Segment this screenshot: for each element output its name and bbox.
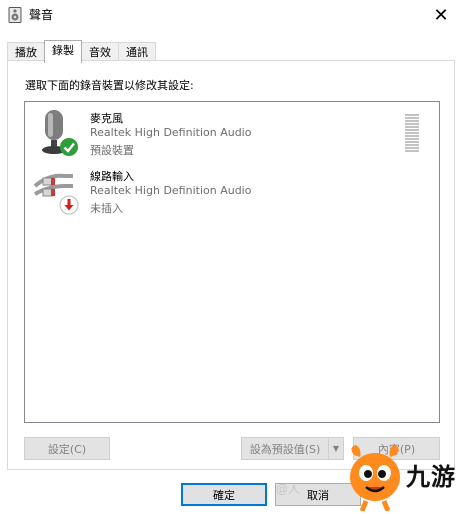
device-name: 麥克風	[90, 112, 123, 125]
tab-sounds[interactable]: 音效	[81, 42, 119, 62]
set-default-dropdown-button[interactable]: ▼	[328, 437, 344, 460]
configure-button[interactable]: 設定(C)	[24, 437, 110, 460]
title-bar: 聲音 ✕	[0, 0, 464, 30]
ok-button[interactable]: 確定	[181, 483, 267, 506]
device-driver: Realtek High Definition Audio	[90, 184, 252, 197]
device-list: 麥克風 Realtek High Definition Audio 預設裝置 線…	[24, 101, 440, 423]
microphone-icon	[42, 110, 78, 156]
device-status: 未插入	[90, 202, 123, 215]
unplugged-badge-icon	[59, 195, 79, 215]
close-icon: ✕	[433, 4, 449, 26]
tab-recording[interactable]: 錄製	[44, 40, 82, 63]
speaker-icon	[8, 7, 22, 23]
set-default-button[interactable]: 設為預設值(S)	[241, 437, 329, 460]
list-item-microphone[interactable]: 麥克風 Realtek High Definition Audio 預設裝置	[29, 106, 429, 162]
check-badge-icon	[60, 138, 78, 156]
watermark-logo: 九游	[346, 443, 464, 514]
watermark-ghost-text: @人	[276, 482, 301, 496]
volume-level-meter	[405, 114, 419, 154]
line-in-cable-icon	[33, 173, 79, 215]
tab-communications[interactable]: 通訊	[118, 42, 156, 62]
device-name: 線路輸入	[90, 170, 134, 183]
device-status: 預設裝置	[90, 144, 134, 157]
mascot-icon	[350, 445, 400, 511]
device-driver: Realtek High Definition Audio	[90, 126, 252, 139]
instruction-text: 選取下面的錄音裝置以修改其設定:	[25, 79, 194, 92]
window-title: 聲音	[29, 8, 54, 22]
close-button[interactable]: ✕	[418, 0, 464, 30]
tab-playback[interactable]: 播放	[7, 42, 45, 62]
watermark-brand-text: 九游	[406, 463, 456, 491]
tab-strip: 播放 錄製 音效 通訊	[7, 40, 156, 63]
recording-panel: 選取下面的錄音裝置以修改其設定: 麥克風 Realtek High Defini…	[7, 60, 455, 470]
chevron-down-icon: ▼	[332, 444, 340, 453]
list-item-line-in[interactable]: 線路輸入 Realtek High Definition Audio 未插入	[29, 164, 429, 220]
